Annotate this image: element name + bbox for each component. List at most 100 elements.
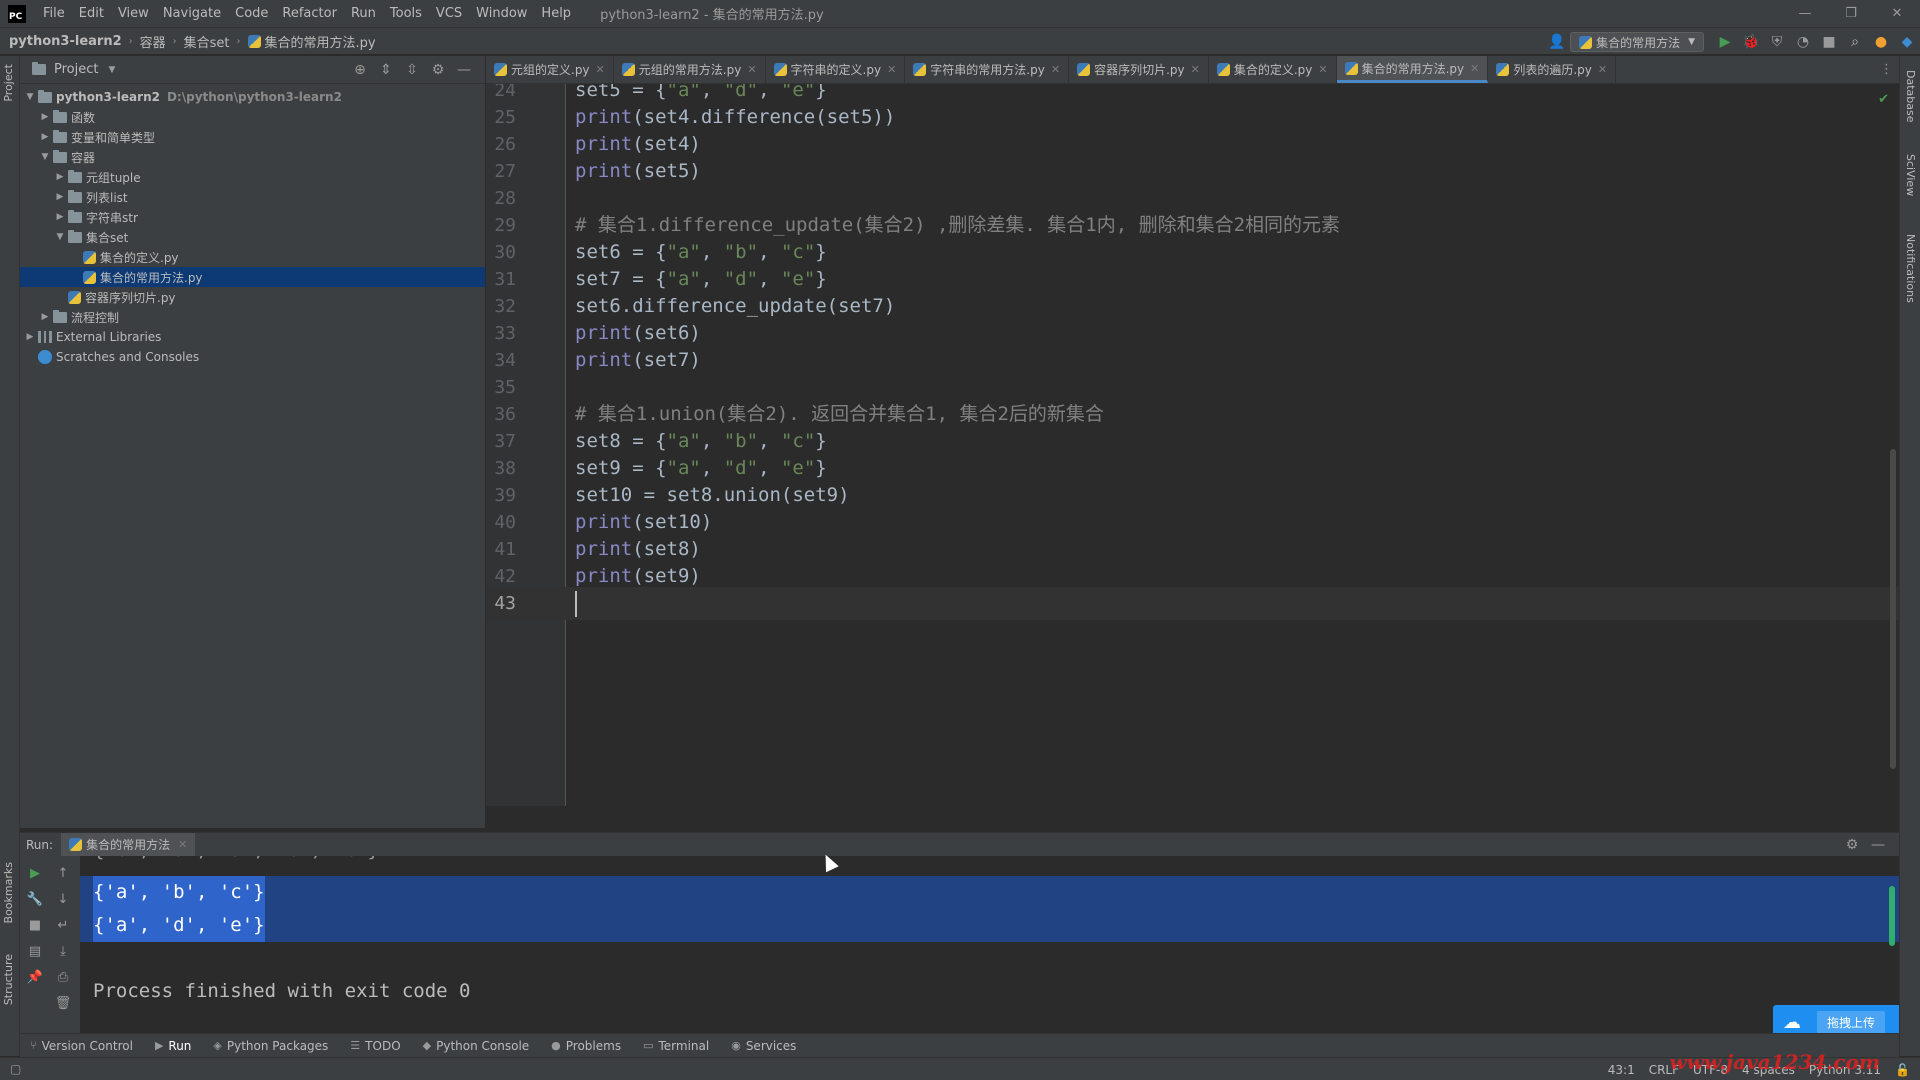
tree-item[interactable]: ▶ 列表list bbox=[20, 187, 485, 207]
menu-help[interactable]: Help bbox=[534, 6, 578, 21]
upload-widget[interactable]: ☁ 拖拽上传 bbox=[1773, 1005, 1899, 1033]
toggle-tool-windows-icon[interactable]: ▢ bbox=[10, 1062, 21, 1076]
code-line[interactable]: 43 bbox=[486, 587, 1899, 620]
menu-refactor[interactable]: Refactor bbox=[275, 6, 344, 21]
tree-item[interactable]: ▶ External Libraries bbox=[20, 327, 485, 347]
run-console[interactable]: {'e', 'd', 'a', 'b', 'c'} {'a', 'b', 'c'}… bbox=[80, 856, 1899, 1033]
jetbrains-icon[interactable]: ◆ bbox=[1894, 29, 1920, 55]
close-icon[interactable]: ✕ bbox=[178, 838, 187, 851]
arrow-up-icon[interactable]: ↑ bbox=[50, 860, 76, 886]
chevron-right-icon[interactable]: ▶ bbox=[37, 112, 53, 122]
collapse-all-icon[interactable]: ⇳ bbox=[399, 62, 425, 78]
breadcrumb-item[interactable]: 集合的常用方法.py bbox=[247, 32, 376, 51]
menu-file[interactable]: File bbox=[36, 6, 72, 21]
soft-wrap-icon[interactable]: ↵ bbox=[50, 912, 76, 938]
tool-window-run[interactable]: ▶ Run bbox=[155, 1039, 191, 1053]
editor-tab[interactable]: 容器序列切片.py ✕ bbox=[1069, 56, 1209, 83]
bookmarks-tool-button[interactable]: Bookmarks bbox=[2, 862, 15, 923]
notifications-tool-button[interactable]: Notifications bbox=[1904, 234, 1917, 303]
user-icon[interactable]: 👤 bbox=[1544, 29, 1570, 55]
chevron-down-icon[interactable]: ▼ bbox=[52, 232, 68, 242]
menu-edit[interactable]: Edit bbox=[72, 6, 111, 21]
close-icon[interactable]: ✕ bbox=[887, 63, 896, 76]
menu-tools[interactable]: Tools bbox=[383, 6, 429, 21]
menu-run[interactable]: Run bbox=[344, 6, 383, 21]
breadcrumb-item[interactable]: 集合set bbox=[184, 32, 230, 51]
locate-icon[interactable]: ⊕ bbox=[347, 62, 373, 78]
chevron-right-icon[interactable]: ▶ bbox=[52, 192, 68, 202]
tree-item[interactable]: ▶ 元组tuple bbox=[20, 167, 485, 187]
caret-position[interactable]: 43:1 bbox=[1608, 1063, 1635, 1077]
breadcrumb-item[interactable]: python3-learn2 bbox=[9, 34, 122, 49]
editor-tab[interactable]: 字符串的定义.py ✕ bbox=[766, 56, 906, 83]
tool-window-services[interactable]: ◉ Services bbox=[731, 1039, 796, 1053]
run-tab[interactable]: 集合的常用方法 ✕ bbox=[61, 832, 196, 857]
tool-window-version-control[interactable]: ⑂ Version Control bbox=[30, 1039, 133, 1053]
close-icon[interactable]: ✕ bbox=[1051, 63, 1060, 76]
structure-tool-button[interactable]: Structure bbox=[2, 954, 15, 1005]
editor-tab[interactable]: 集合的定义.py ✕ bbox=[1209, 56, 1337, 83]
updates-icon[interactable]: ● bbox=[1868, 29, 1894, 55]
expand-all-icon[interactable]: ⇕ bbox=[373, 62, 399, 78]
arrow-down-icon[interactable]: ↓ bbox=[50, 886, 76, 912]
tree-item[interactable]: 集合的常用方法.py bbox=[20, 267, 485, 287]
breadcrumb-item[interactable]: 容器 bbox=[140, 32, 166, 51]
print-icon[interactable]: ⎙ bbox=[50, 964, 76, 990]
more-vertical-icon[interactable]: ⋮ bbox=[1880, 62, 1893, 77]
gear-icon[interactable]: ⚙ bbox=[425, 62, 451, 78]
sciview-tool-button[interactable]: SciView bbox=[1904, 154, 1917, 196]
tree-item[interactable]: 容器序列切片.py bbox=[20, 287, 485, 307]
tree-item[interactable]: ▼ 集合set bbox=[20, 227, 485, 247]
database-tool-button[interactable]: Database bbox=[1904, 70, 1917, 123]
tree-item[interactable]: Scratches and Consoles bbox=[20, 347, 485, 367]
chevron-right-icon[interactable]: ▶ bbox=[22, 332, 38, 342]
tree-item[interactable]: ▼ python3-learn2 D:\python\python3-learn2 bbox=[20, 87, 485, 107]
tree-item[interactable]: ▶ 流程控制 bbox=[20, 307, 485, 327]
chevron-down-icon[interactable]: ▼ bbox=[108, 65, 115, 75]
console-scrollbar[interactable] bbox=[1889, 886, 1895, 946]
close-icon[interactable]: ✕ bbox=[1318, 63, 1327, 76]
hide-icon[interactable]: — bbox=[1865, 837, 1891, 853]
menu-navigate[interactable]: Navigate bbox=[156, 6, 228, 21]
stop-icon[interactable]: ■ bbox=[22, 912, 48, 938]
tree-item[interactable]: ▶ 函数 bbox=[20, 107, 485, 127]
menu-code[interactable]: Code bbox=[228, 6, 275, 21]
layout-icon[interactable]: ▤ bbox=[22, 938, 48, 964]
chevron-right-icon[interactable]: ▶ bbox=[37, 132, 53, 142]
editor-tab[interactable]: 元组的常用方法.py ✕ bbox=[614, 56, 766, 83]
run-icon[interactable]: ▶ bbox=[1712, 29, 1738, 55]
wrench-icon[interactable]: 🔧 bbox=[22, 886, 48, 912]
close-icon[interactable]: ✕ bbox=[1191, 63, 1200, 76]
debug-icon[interactable]: 🐞 bbox=[1738, 29, 1764, 55]
lock-icon[interactable]: 🔓 bbox=[1895, 1063, 1910, 1077]
trash-icon[interactable]: 🗑 bbox=[50, 990, 76, 1016]
menu-view[interactable]: View bbox=[111, 6, 156, 21]
stop-icon[interactable]: ■ bbox=[1816, 29, 1842, 55]
search-icon[interactable]: ⌕ bbox=[1842, 29, 1868, 55]
chevron-down-icon[interactable]: ▼ bbox=[22, 92, 38, 102]
project-panel-title[interactable]: Project bbox=[54, 62, 98, 77]
chevron-right-icon[interactable]: ▶ bbox=[37, 312, 53, 322]
close-icon[interactable]: ✕ bbox=[596, 63, 605, 76]
tool-window-todo[interactable]: ☰ TODO bbox=[350, 1039, 400, 1053]
hide-icon[interactable]: — bbox=[451, 62, 477, 78]
close-icon[interactable]: ✕ bbox=[1470, 62, 1479, 75]
scroll-to-end-icon[interactable]: ⤓ bbox=[50, 938, 76, 964]
tree-item[interactable]: ▼ 容器 bbox=[20, 147, 485, 167]
editor-tab[interactable]: 元组的定义.py ✕ bbox=[486, 56, 614, 83]
close-icon[interactable]: ✕ bbox=[1874, 0, 1920, 27]
tree-item[interactable]: ▶ 变量和简单类型 bbox=[20, 127, 485, 147]
pin-icon[interactable]: 📌 bbox=[22, 964, 48, 990]
close-icon[interactable]: ✕ bbox=[747, 63, 756, 76]
project-tool-button[interactable]: Project bbox=[2, 64, 15, 102]
editor-tab[interactable]: 字符串的常用方法.py ✕ bbox=[905, 56, 1070, 83]
editor-scrollbar[interactable] bbox=[1890, 449, 1896, 769]
tree-item[interactable]: 集合的定义.py bbox=[20, 247, 485, 267]
coverage-icon[interactable]: ⛨ bbox=[1764, 29, 1790, 55]
rerun-icon[interactable]: ▶ bbox=[22, 860, 48, 886]
close-icon[interactable]: ✕ bbox=[1598, 63, 1607, 76]
chevron-right-icon[interactable]: ▶ bbox=[52, 172, 68, 182]
tree-item[interactable]: ▶ 字符串str bbox=[20, 207, 485, 227]
code-editor[interactable]: 24 set5 = {"a", "d", "e"} 25 print(set4.dif… bbox=[486, 84, 1899, 806]
profile-icon[interactable]: ◔ bbox=[1790, 29, 1816, 55]
